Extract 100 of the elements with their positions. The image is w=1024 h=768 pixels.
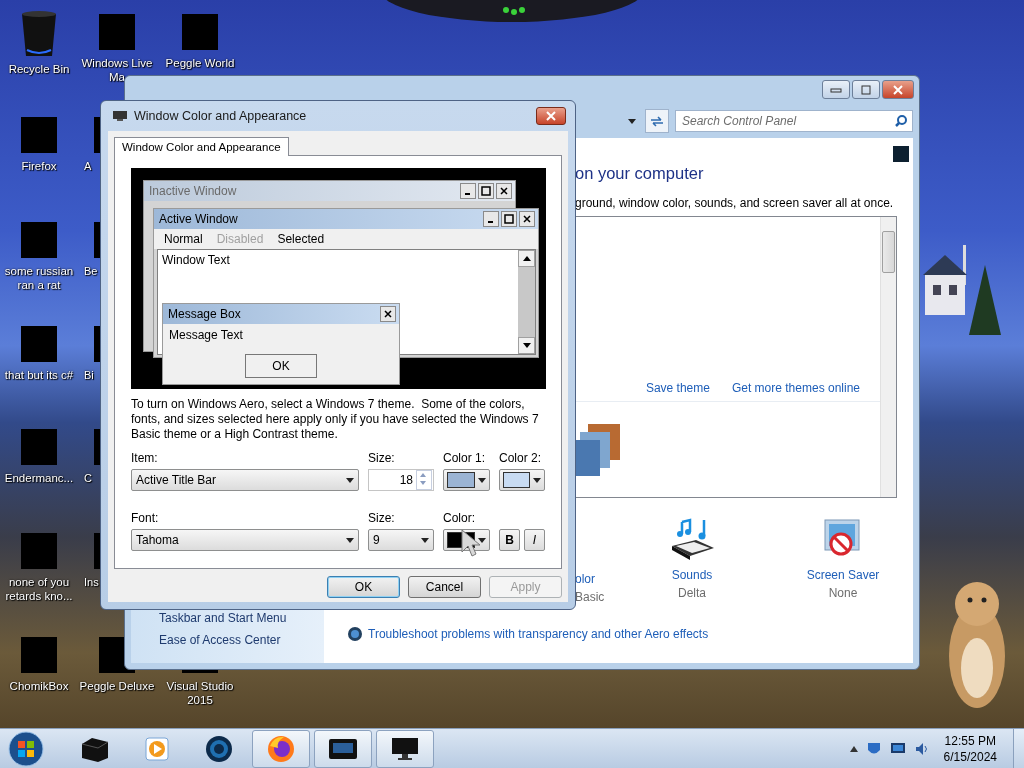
ok-button[interactable]: OK [245,354,317,378]
maximize-button[interactable] [501,211,517,227]
tray-arrow-icon[interactable] [849,745,858,752]
taskbar-button[interactable] [252,729,310,768]
italic-button[interactable]: I [524,529,545,551]
setting-link[interactable]: Sounds [671,568,713,582]
windows-logo-icon [8,730,44,767]
maximize-icon [481,186,491,196]
desktop-icon-label[interactable]: Bi [84,368,94,382]
desktop-icon-label[interactable]: Windows Live Ma [77,56,157,84]
clock[interactable]: 12:55 PM 6/15/2024 [943,732,997,765]
cursor-icon [460,528,482,558]
desktop-icon-label[interactable]: Peggle World [165,56,235,70]
close-icon [523,215,531,223]
font-dropdown[interactable]: Tahoma [131,529,359,551]
menu-item[interactable]: Normal [164,232,203,246]
info-text: To turn on Windows Aero, select a Windows 7 theme. Some of the colors, fonts, and sizes selected here apply only if you have selected the Windows 7 Basic theme or a High Contrast theme. [131,397,540,442]
firefox-icon[interactable] [266,733,296,764]
page-description: ground, window color, sounds, and screen saver all at once. [575,196,895,210]
close-button[interactable] [519,211,535,227]
dropdown-arrow-icon[interactable] [628,118,636,124]
desktop-icon-label[interactable]: Visual Studio 2015 [160,679,240,707]
window-title: Inactive Window [149,184,238,198]
dialog-button[interactable]: Cancel [408,576,481,598]
see-also-link[interactable]: Taskbar and Start Menu [159,611,324,625]
see-also-link[interactable]: Ease of Access Center [159,633,324,647]
maximize-button[interactable] [478,183,494,199]
taskbar-button[interactable] [314,729,372,768]
desktop-icon-label[interactable]: C [84,471,92,485]
color-picker-button[interactable] [499,469,545,491]
scrollbar[interactable] [518,250,535,354]
desktop-icon-label[interactable]: none of you retards kno... [0,575,79,603]
desktop-icon-label[interactable]: that but its c# [4,368,74,382]
monitor-icon[interactable] [390,735,420,762]
search-icon[interactable] [895,115,907,127]
window-text: Window Text [162,253,230,267]
menu-item[interactable]: Selected [277,232,325,246]
monitor-icon [112,110,128,122]
window-title: Message Box [168,307,242,321]
shield-globe-icon [347,626,363,642]
recycle-bin-icon [19,10,59,58]
desktop-icon-label[interactable]: ChomikBox [9,679,69,693]
setting-value: Delta [678,586,706,600]
redacted-icon [21,429,57,465]
theme-link[interactable]: Get more themes online [731,381,860,395]
desktop-icon-label[interactable]: Be [84,264,98,278]
minimize-button[interactable] [460,183,476,199]
desktop-icon-label[interactable]: A [84,159,92,173]
maximize-icon [860,84,872,95]
caret-icon [478,537,486,543]
desktop-icon-label[interactable]: some russian ran a rat [0,264,79,292]
desktop-icon-label[interactable]: Ins [84,575,99,589]
dialog-button[interactable]: OK [327,576,400,598]
redacted-icon [21,222,57,258]
refresh-button[interactable] [645,109,669,133]
close-button[interactable] [536,107,566,125]
bold-button[interactable]: B [499,529,520,551]
close-button[interactable] [380,306,396,322]
color-picker-button[interactable] [443,469,490,491]
close-icon [500,187,508,195]
field-label: Size: [368,451,396,465]
up-arrow-icon[interactable] [522,256,531,261]
desktop-icon-label[interactable]: Firefox [21,159,57,173]
caret-icon [478,477,486,483]
taskbar-button[interactable] [376,729,434,768]
desktop-icon-label[interactable]: Peggle Deluxe [79,679,155,693]
network-icon[interactable] [889,741,906,756]
close-icon [384,310,392,318]
setting-link[interactable]: Screen Saver [806,568,880,582]
globe-icon[interactable] [204,733,234,764]
search-field[interactable]: Search Control Panel [675,110,913,132]
caret-icon [346,537,354,543]
caret-icon [421,537,429,543]
close-icon [892,84,904,95]
page-heading: on your computer [575,164,705,183]
close-button[interactable] [496,183,512,199]
setting-value: None [828,586,858,600]
scrollbar[interactable] [880,217,896,497]
setting-link[interactable]: olor [575,572,595,586]
tab[interactable]: Window Color and Appearance [114,137,289,156]
down-arrow-icon[interactable] [522,343,531,348]
theme-link[interactable]: Save theme [645,381,710,395]
troubleshoot-link[interactable]: Troubleshoot problems with transparency and other Aero effects [368,627,709,641]
box-icon[interactable] [80,735,110,762]
font-size-dropdown[interactable]: 9 [368,529,434,551]
redacted-icon [99,14,135,50]
redacted-icon [21,117,57,153]
maximize-icon [504,214,514,224]
setting-value: Basic [575,590,605,604]
item-dropdown[interactable]: Active Title Bar [131,469,359,491]
window-title: Active Window [159,212,239,226]
redacted-icon [21,637,57,673]
desktop-icon-label[interactable]: Recycle Bin [8,62,70,76]
minimize-button[interactable] [483,211,499,227]
desktop-icon-label[interactable]: Endermanc... [4,471,74,485]
dialog-title: Window Color and Appearance [134,109,308,123]
redacted-icon [21,326,57,362]
app-window-icon[interactable] [328,736,358,761]
minimize-icon [830,86,842,93]
start-button[interactable] [6,729,46,768]
